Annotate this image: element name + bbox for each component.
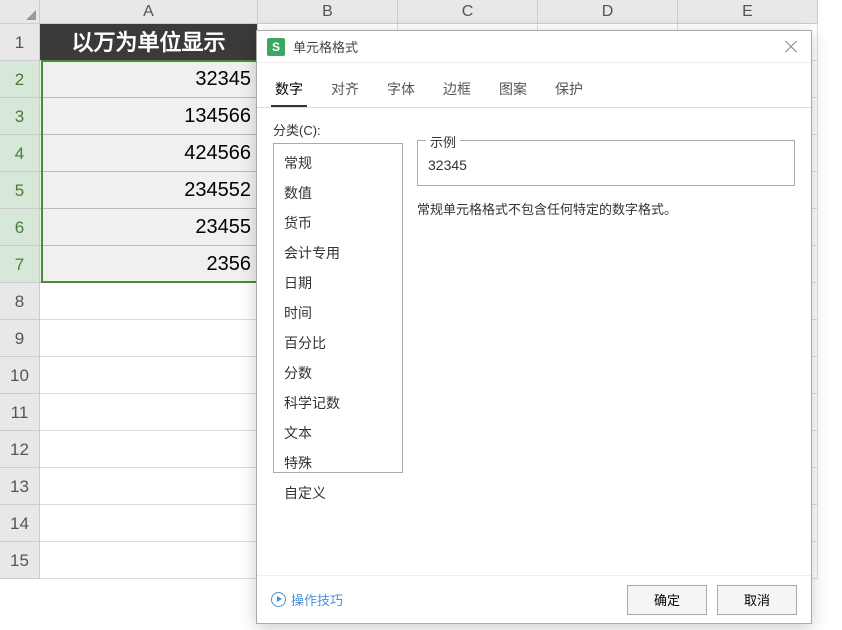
category-general[interactable]: 常规 bbox=[274, 148, 402, 178]
row-header[interactable]: 14 bbox=[0, 505, 40, 542]
category-percentage[interactable]: 百分比 bbox=[274, 328, 402, 358]
row-header[interactable]: 6 bbox=[0, 209, 40, 246]
dialog-titlebar[interactable]: S 单元格格式 bbox=[257, 31, 811, 63]
category-currency[interactable]: 货币 bbox=[274, 208, 402, 238]
category-accounting[interactable]: 会计专用 bbox=[274, 238, 402, 268]
play-icon bbox=[271, 592, 286, 607]
tab-font[interactable]: 字体 bbox=[383, 73, 419, 107]
cell-a1[interactable]: 以万为单位显示 bbox=[40, 24, 258, 61]
row-header[interactable]: 4 bbox=[0, 135, 40, 172]
cell[interactable] bbox=[40, 357, 258, 394]
format-preview-panel: 示例 32345 常规单元格格式不包含任何特定的数字格式。 bbox=[417, 120, 795, 473]
category-custom[interactable]: 自定义 bbox=[274, 478, 402, 508]
format-description: 常规单元格格式不包含任何特定的数字格式。 bbox=[417, 200, 795, 221]
category-special[interactable]: 特殊 bbox=[274, 448, 402, 478]
dialog-body: 分类(C): 常规 数值 货币 会计专用 日期 时间 百分比 分数 科学记数 文… bbox=[257, 108, 811, 485]
tips-label: 操作技巧 bbox=[291, 590, 343, 609]
category-date[interactable]: 日期 bbox=[274, 268, 402, 298]
col-header-d[interactable]: D bbox=[538, 0, 678, 24]
cell[interactable] bbox=[40, 468, 258, 505]
cell-a7[interactable]: 2356 bbox=[40, 246, 258, 283]
row-header[interactable]: 11 bbox=[0, 394, 40, 431]
row-header[interactable]: 7 bbox=[0, 246, 40, 283]
cell-a4[interactable]: 424566 bbox=[40, 135, 258, 172]
example-label: 示例 bbox=[426, 132, 460, 151]
category-section: 分类(C): 常规 数值 货币 会计专用 日期 时间 百分比 分数 科学记数 文… bbox=[273, 120, 403, 473]
category-list[interactable]: 常规 数值 货币 会计专用 日期 时间 百分比 分数 科学记数 文本 特殊 自定… bbox=[273, 143, 403, 473]
dialog-footer: 操作技巧 确定 取消 bbox=[257, 575, 811, 623]
column-headers: A B C D E bbox=[40, 0, 818, 24]
row-header[interactable]: 10 bbox=[0, 357, 40, 394]
tips-link[interactable]: 操作技巧 bbox=[271, 590, 343, 609]
category-time[interactable]: 时间 bbox=[274, 298, 402, 328]
cell-format-dialog: S 单元格格式 数字 对齐 字体 边框 图案 保护 分类(C): 常规 数值 货… bbox=[256, 30, 812, 624]
cancel-button[interactable]: 取消 bbox=[717, 585, 797, 615]
row-header[interactable]: 12 bbox=[0, 431, 40, 468]
tab-pattern[interactable]: 图案 bbox=[495, 73, 531, 107]
row-header[interactable]: 8 bbox=[0, 283, 40, 320]
close-icon[interactable] bbox=[781, 37, 801, 57]
row-header[interactable]: 9 bbox=[0, 320, 40, 357]
category-text[interactable]: 文本 bbox=[274, 418, 402, 448]
col-header-b[interactable]: B bbox=[258, 0, 398, 24]
ok-button[interactable]: 确定 bbox=[627, 585, 707, 615]
col-header-a[interactable]: A bbox=[40, 0, 258, 24]
dialog-tabs: 数字 对齐 字体 边框 图案 保护 bbox=[257, 63, 811, 108]
tab-protection[interactable]: 保护 bbox=[551, 73, 587, 107]
tab-border[interactable]: 边框 bbox=[439, 73, 475, 107]
col-header-c[interactable]: C bbox=[398, 0, 538, 24]
category-scientific[interactable]: 科学记数 bbox=[274, 388, 402, 418]
row-headers: 1 2 3 4 5 6 7 8 9 10 11 12 13 14 15 bbox=[0, 24, 40, 579]
cell[interactable] bbox=[40, 542, 258, 579]
example-value: 32345 bbox=[428, 157, 467, 173]
row-header[interactable]: 5 bbox=[0, 172, 40, 209]
example-box: 示例 32345 bbox=[417, 140, 795, 186]
cell-a2[interactable]: 32345 bbox=[40, 61, 258, 98]
tab-number[interactable]: 数字 bbox=[271, 73, 307, 107]
app-icon: S bbox=[267, 38, 285, 56]
cell[interactable] bbox=[40, 320, 258, 357]
row-header[interactable]: 2 bbox=[0, 61, 40, 98]
cell-a6[interactable]: 23455 bbox=[40, 209, 258, 246]
cell[interactable] bbox=[40, 394, 258, 431]
category-label: 分类(C): bbox=[273, 120, 403, 139]
row-header[interactable]: 15 bbox=[0, 542, 40, 579]
cell[interactable] bbox=[40, 283, 258, 320]
cell-a5[interactable]: 234552 bbox=[40, 172, 258, 209]
cell[interactable] bbox=[40, 505, 258, 542]
tab-alignment[interactable]: 对齐 bbox=[327, 73, 363, 107]
col-header-e[interactable]: E bbox=[678, 0, 818, 24]
select-all-corner[interactable] bbox=[0, 0, 40, 24]
row-header[interactable]: 3 bbox=[0, 98, 40, 135]
category-fraction[interactable]: 分数 bbox=[274, 358, 402, 388]
row-header[interactable]: 13 bbox=[0, 468, 40, 505]
cell[interactable] bbox=[40, 431, 258, 468]
row-header[interactable]: 1 bbox=[0, 24, 40, 61]
category-number[interactable]: 数值 bbox=[274, 178, 402, 208]
dialog-title: 单元格格式 bbox=[293, 37, 358, 56]
cell-a3[interactable]: 134566 bbox=[40, 98, 258, 135]
